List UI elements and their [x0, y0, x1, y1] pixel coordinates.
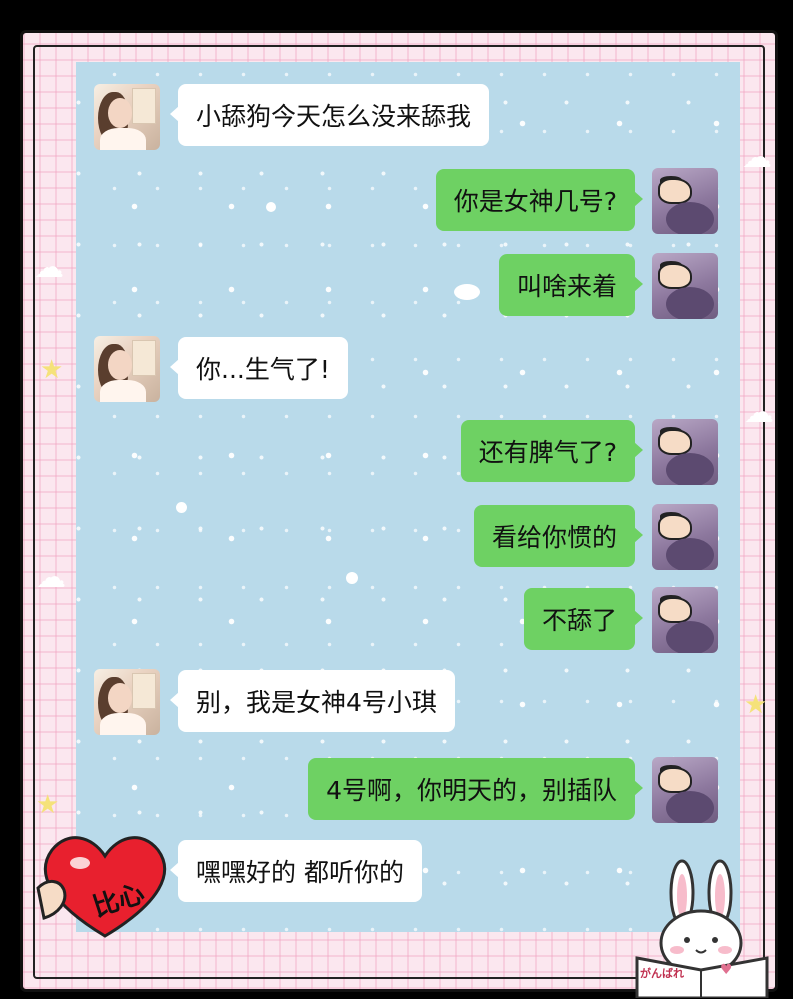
bunny-doodle-icon: ☁ [36, 560, 66, 595]
bunny-doodle-icon: ☁ [742, 140, 772, 175]
message-bubble-sent[interactable]: 还有脾气了? [460, 420, 644, 482]
bunny-doodle-icon: ☁ [744, 395, 774, 430]
crayon-shin-chan-avatar-icon[interactable] [652, 757, 718, 823]
message-bubble-received[interactable]: 别，我是女神4号小琪 [170, 670, 455, 732]
snowflake [346, 572, 358, 584]
crayon-shin-chan-avatar-icon[interactable] [652, 419, 718, 485]
bunny-book-text: がんばれ [640, 967, 684, 980]
message-bubble-sent[interactable]: 看给你惯的 [473, 505, 644, 567]
message-bubble-sent[interactable]: 不舔了 [523, 588, 644, 650]
star-decoration-icon: ★ [36, 790, 60, 820]
message-bubble-sent[interactable]: 4号啊，你明天的，别插队 [308, 758, 643, 820]
message-bubble-sent[interactable]: 你是女神几号? [435, 169, 644, 231]
snowflake [176, 502, 187, 513]
bunny-doodle-icon: ☁ [34, 250, 64, 285]
crayon-shin-chan-avatar-icon[interactable] [652, 253, 718, 319]
snowflake [454, 284, 480, 300]
small-bunny-icon: ♥ [720, 962, 733, 978]
message-bubble-received[interactable]: 小舔狗今天怎么没来舔我 [169, 84, 490, 146]
star-decoration-icon: ★ [40, 355, 64, 385]
girl-avatar-icon[interactable] [94, 336, 160, 402]
message-bubble-received[interactable]: 你...生气了! [170, 337, 348, 399]
star-decoration-icon: ★ [744, 690, 768, 720]
message-bubble-received[interactable]: 嘿嘿好的 都听你的 [170, 840, 422, 902]
girl-avatar-icon[interactable] [94, 84, 160, 150]
crayon-shin-chan-avatar-icon[interactable] [652, 168, 718, 234]
crayon-shin-chan-avatar-icon[interactable] [652, 504, 718, 570]
message-bubble-sent[interactable]: 叫啥来着 [498, 254, 644, 316]
girl-avatar-icon[interactable] [94, 669, 160, 735]
crayon-shin-chan-avatar-icon[interactable] [652, 587, 718, 653]
snowflake [266, 202, 276, 212]
